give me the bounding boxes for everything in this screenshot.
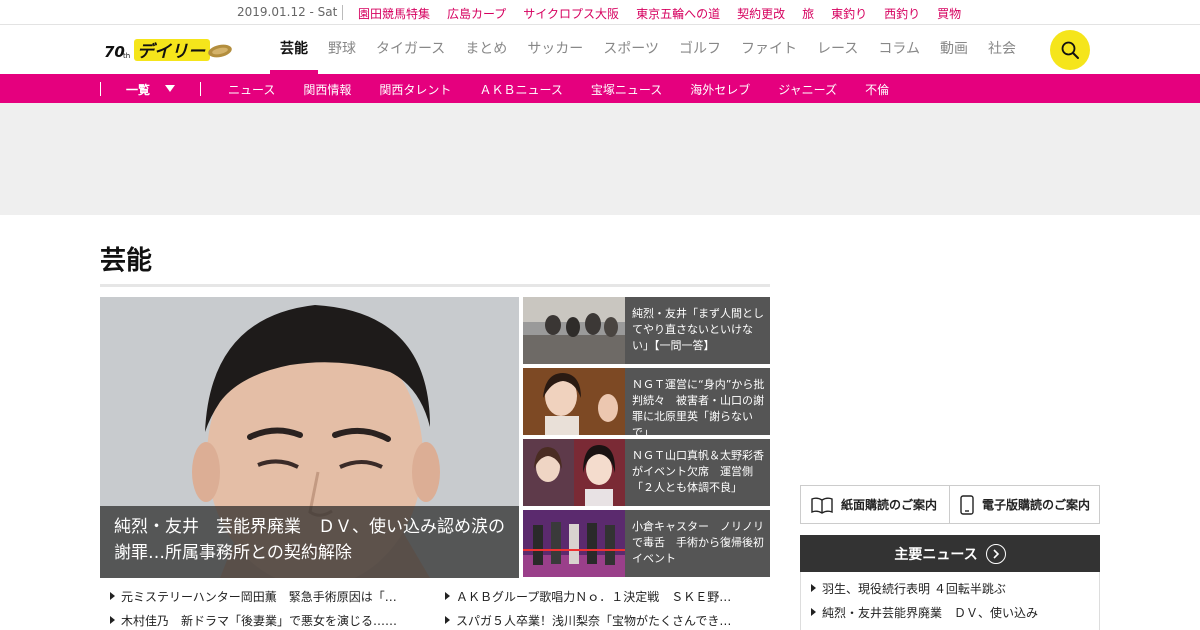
story-headline[interactable]: ＮＧＴ山口真帆＆太野彩香がイベント欠席 運営側「２人とも体調不良」 [632,448,766,496]
divider [100,284,770,287]
story-headline[interactable]: 小倉キャスター ノリノリで毒舌 手術から復帰後初イベント [632,519,766,567]
story-thumbnail [523,439,625,506]
hero-story[interactable]: 純烈・友井 芸能界廃業 ＤＶ、使い込み認め涙の謝罪…所属事務所との契約解除 [100,297,519,578]
story-headline[interactable]: 純烈・友井「まず人間としてやり直さないといけない」【一問一答】 [632,306,766,354]
top-links: 園田競馬特集 広島カープ サイクロプス大阪 東京五輪への道 契約更改 旅 東釣り… [358,5,978,22]
digital-subscription-button[interactable]: 電子版購読のご案内 [949,485,1100,524]
subnav-link-akb[interactable]: ＡＫＢニュース [479,81,562,98]
nav-video[interactable]: 動画 [930,25,978,74]
hero-caption[interactable]: 純烈・友井 芸能界廃業 ＤＶ、使い込み認め涙の謝罪…所属事務所との契約解除 [100,506,519,578]
major-news-header[interactable]: 主要ニュース [800,535,1100,572]
top-link[interactable]: 買物 [937,5,961,22]
nav-society[interactable]: 社会 [978,25,1026,74]
paper-subscription-button[interactable]: 紙面購読のご案内 [800,485,950,524]
paper-subscription-label: 紙面購読のご案内 [841,498,938,512]
sub-nav-links: ニュース 関西情報 関西タレント ＡＫＢニュース 宝塚ニュース 海外セレブ ジャ… [228,81,917,98]
svg-text:th: th [123,52,130,60]
book-icon [811,497,833,514]
subnav-link-news[interactable]: ニュース [228,81,275,98]
top-link[interactable]: 旅 [802,5,814,22]
side-story[interactable]: ＮＧＴ運営に“身内”から批判続々 被害者・山口の謝罪に北原里英「謝らないで」 [523,368,770,435]
top-link[interactable]: 園田競馬特集 [358,5,430,22]
list-item[interactable]: 純烈・友井芸能界廃業 ＤＶ、使い込み [811,604,1038,621]
chevron-down-icon[interactable] [165,85,175,92]
divider [200,82,201,96]
nav-geino[interactable]: 芸能 [270,25,318,74]
subnav-link-takarazuka[interactable]: 宝塚ニュース [591,81,662,98]
story-thumbnail [523,297,625,364]
list-item[interactable]: 羽生、現役続行表明 ４回転半跳ぶ [811,580,1006,597]
list-item[interactable]: 元ミステリーハンター岡田薫 緊急手術原因は「… [110,588,425,605]
nav-sports[interactable]: スポーツ [593,25,669,74]
nav-fight[interactable]: ファイト [731,25,807,74]
list-item[interactable]: ＡＫＢグループ歌唱力Ｎｏ．１決定戦 ＳＫＥ野… [445,588,765,605]
site-logo[interactable]: 70 th デイリー [104,37,234,63]
side-story[interactable]: 小倉キャスター ノリノリで毒舌 手術から復帰後初イベント [523,510,770,577]
divider [100,82,101,96]
logo-text: デイリー [137,42,206,62]
chevron-right-icon [985,543,1006,564]
top-utility-bar: 2019.01.12 - Sat 園田競馬特集 広島カープ サイクロプス大阪 東… [0,0,1200,25]
search-icon [1061,41,1079,59]
nav-golf[interactable]: ゴルフ [669,25,731,74]
top-link[interactable]: サイクロプス大阪 [523,5,619,22]
story-thumbnail [523,510,625,577]
search-button[interactable] [1050,30,1090,70]
site-header: 70 th デイリー 芸能 野球 タイガース まとめ サッカー スポーツ ゴルフ… [0,25,1200,74]
subnav-link-johnnys[interactable]: ジャニーズ [778,81,837,98]
current-date: 2019.01.12 - Sat [237,5,338,19]
major-news-title: 主要ニュース [894,546,978,563]
nav-yakyu[interactable]: 野球 [318,25,366,74]
list-item[interactable]: 木村佳乃 新ドラマ「後妻業」で悪女を演じる…… [110,612,425,629]
nav-race[interactable]: レース [807,25,868,74]
side-story[interactable]: ＮＧＴ山口真帆＆太野彩香がイベント欠席 運営側「２人とも体調不良」 [523,439,770,506]
smartphone-icon [960,494,974,515]
main-nav: 芸能 野球 タイガース まとめ サッカー スポーツ ゴルフ ファイト レース コ… [270,25,1026,74]
side-story[interactable]: 純烈・友井「まず人間としてやり直さないといけない」【一問一答】 [523,297,770,364]
nav-matome[interactable]: まとめ [455,25,517,74]
ad-banner-area [0,103,1200,215]
top-link[interactable]: 契約更改 [737,5,785,22]
subnav-link-kansai-talent[interactable]: 関西タレント [379,81,451,98]
subnav-link-celeb[interactable]: 海外セレブ [690,81,750,98]
story-headline[interactable]: ＮＧＴ運営に“身内”から批判続々 被害者・山口の謝罪に北原里英「謝らないで」 [632,377,766,435]
major-news-list: 羽生、現役続行表明 ４回転半跳ぶ 純烈・友井芸能界廃業 ＤＶ、使い込み [800,572,1100,630]
list-item[interactable]: スパガ５人卒業！浅川梨奈「宝物がたくさんでき… [445,612,765,629]
svg-text:70: 70 [104,43,125,61]
sub-nav: 一覧 ニュース 関西情報 関西タレント ＡＫＢニュース 宝塚ニュース 海外セレブ… [0,74,1200,103]
list-menu-toggle[interactable]: 一覧 [126,81,150,98]
nav-column[interactable]: コラム [868,25,930,74]
top-link[interactable]: 東釣り [831,5,867,22]
digital-subscription-label: 電子版購読のご案内 [982,498,1091,512]
subnav-link-kansai[interactable]: 関西情報 [303,81,351,98]
page-title: 芸能 [100,246,153,276]
top-link[interactable]: 東京五輪への道 [636,5,720,22]
nav-tigers[interactable]: タイガース [366,25,455,74]
top-link[interactable]: 広島カープ [447,5,506,22]
nav-soccer[interactable]: サッカー [517,25,593,74]
story-thumbnail [523,368,625,435]
top-link[interactable]: 西釣り [884,5,920,22]
subnav-link-furin[interactable]: 不倫 [865,81,889,98]
divider [342,5,343,20]
